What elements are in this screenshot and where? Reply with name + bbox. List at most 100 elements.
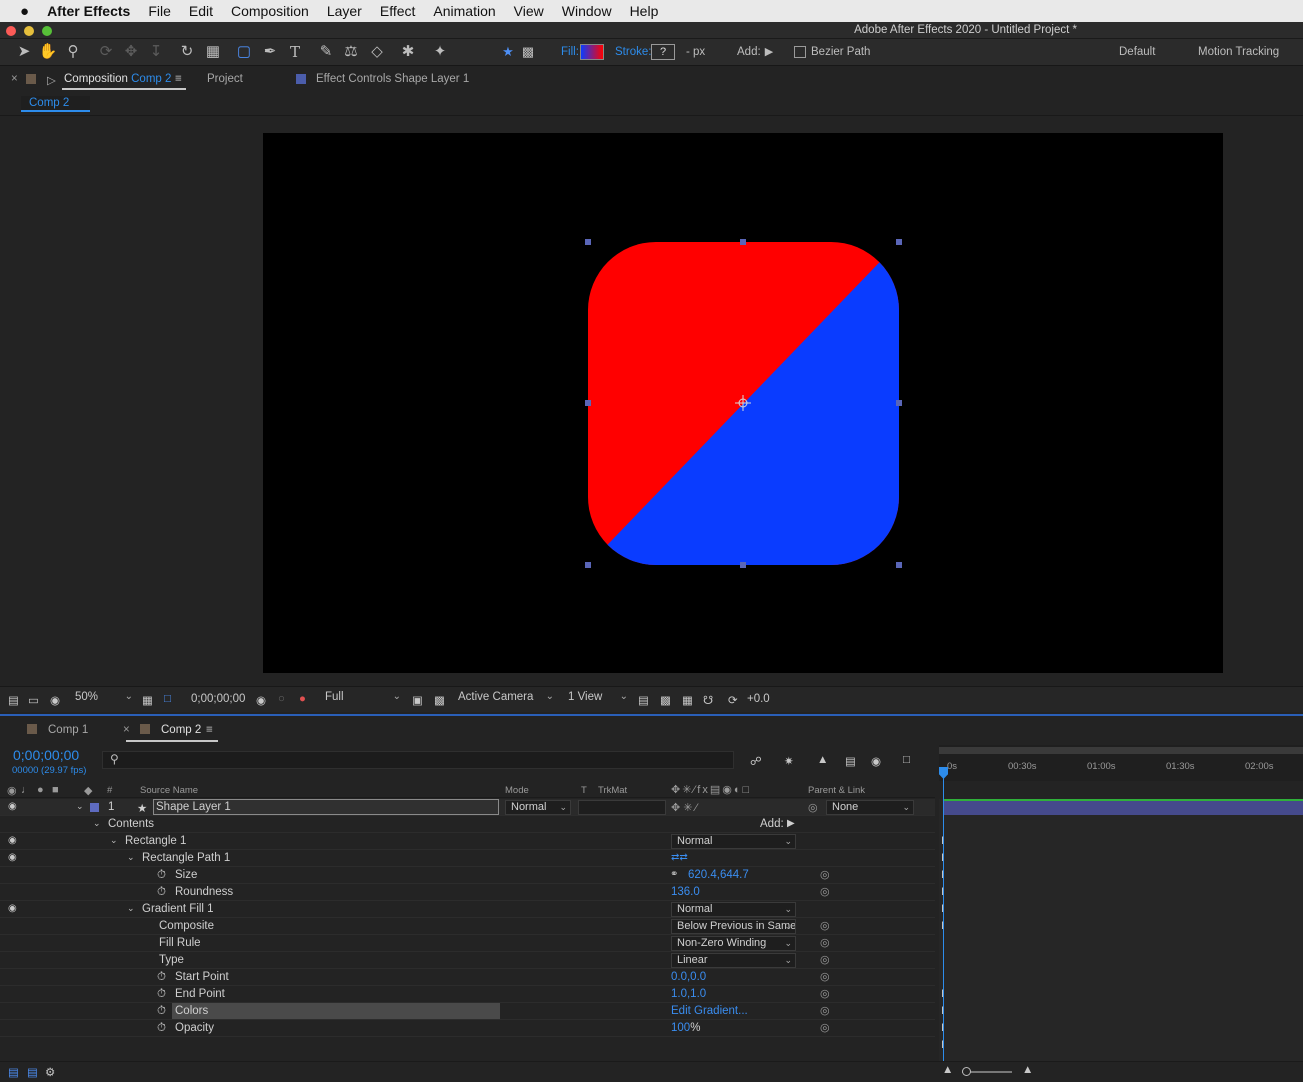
tab-comp-1[interactable]: Comp 1 (48, 724, 88, 736)
resolution-dropdown[interactable]: Full ⌄ (325, 691, 401, 708)
search-input[interactable] (102, 751, 734, 769)
composite-row[interactable]: Composite Below Previous in Same Group⌄ … (0, 918, 935, 935)
close-tab-icon[interactable]: × (123, 724, 130, 736)
fill-rule-dropdown[interactable]: Non-Zero Winding ⌄ (671, 936, 796, 951)
workspace-motion-tracking[interactable]: Motion Tracking (1198, 46, 1279, 58)
tab-project[interactable]: Project (207, 73, 243, 85)
graph-editor-icon[interactable]: □ (903, 754, 910, 766)
chevron-down-icon[interactable]: ⌄ (93, 818, 101, 829)
layer-name[interactable]: Shape Layer 1 (156, 801, 231, 813)
layer-mode-dropdown[interactable]: Normal ⌄ (505, 800, 571, 815)
chevron-down-icon[interactable]: ⌄ (76, 801, 84, 812)
view-layout-dropdown[interactable]: 1 View ⌄ (568, 691, 628, 708)
flowchart-icon[interactable]: ☋ (703, 693, 713, 707)
mask-toggle-icon[interactable]: ▩ (518, 42, 538, 62)
gradient-blend-mode-dropdown[interactable]: Normal ⌄ (671, 902, 796, 917)
audio-switch-icon[interactable]: ♩ (21, 784, 32, 796)
menu-layer[interactable]: Layer (318, 3, 371, 19)
fast-previews-icon[interactable]: ▩ (660, 693, 671, 707)
puppet-pin-tool-icon[interactable]: ✦ (430, 42, 450, 62)
close-tab-icon[interactable]: × (11, 73, 18, 85)
layer-switches-toggle-icon[interactable]: ▤ (8, 1065, 19, 1079)
eye-icon[interactable]: ◉ (8, 852, 17, 863)
shy-layers-icon[interactable]: ▲ (817, 754, 828, 766)
time-ruler[interactable]: 0s 00:30s 01:00s 01:30s 02:00s (939, 745, 1303, 781)
expression-pickwhip-icon[interactable]: ◎ (820, 885, 830, 898)
layer-label-color[interactable] (90, 803, 99, 812)
opacity-value[interactable]: 100% (671, 1022, 700, 1034)
chevron-down-icon[interactable]: ⌄ (127, 852, 135, 863)
expression-pickwhip-icon[interactable]: ◎ (820, 953, 830, 966)
rectangle-blend-mode-dropdown[interactable]: Normal ⌄ (671, 834, 796, 849)
eraser-tool-icon[interactable]: ◇ (367, 42, 387, 62)
tab-comp-2[interactable]: Comp 2 (161, 724, 201, 736)
close-window-button[interactable] (6, 26, 16, 36)
roto-brush-tool-icon[interactable]: ✱ (398, 42, 418, 62)
lock-toggle-icon[interactable]: ▷ (47, 73, 56, 87)
tab-composition[interactable]: Composition Comp 2 (64, 73, 171, 85)
snapshot-camera-icon[interactable]: ◉ (256, 693, 266, 707)
gradient-fill-row[interactable]: ◉ ⌄ Gradient Fill 1 Normal ⌄ (0, 901, 935, 918)
app-menu[interactable]: After Effects (38, 3, 139, 19)
roundness-value[interactable]: 136.0 (671, 886, 700, 898)
expression-pickwhip-icon[interactable]: ◎ (820, 1021, 830, 1034)
parent-pickwhip-icon[interactable]: ◎ (808, 801, 818, 814)
stopwatch-icon[interactable]: ⏱ (157, 971, 166, 984)
stroke-label[interactable]: Stroke: (615, 46, 651, 58)
menu-composition[interactable]: Composition (222, 3, 318, 19)
display-icon[interactable]: ▭ (28, 693, 39, 707)
in-out-toggle-icon[interactable]: ⚙ (45, 1065, 55, 1079)
breadcrumb[interactable]: Comp 2 (21, 96, 90, 112)
color-channels-icon[interactable]: ● (299, 693, 306, 705)
label-column-icon[interactable]: ◆ (84, 784, 92, 797)
constrain-link-icon[interactable]: ⚭ (670, 869, 678, 880)
menu-help[interactable]: Help (621, 3, 668, 19)
add-menu-icon[interactable]: ▶ (759, 42, 779, 62)
menu-animation[interactable]: Animation (424, 3, 504, 19)
show-snapshot-icon[interactable]: ○ (278, 693, 285, 705)
brush-tool-icon[interactable]: ✎ (316, 42, 336, 62)
eye-icon[interactable]: ◉ (8, 903, 17, 914)
stopwatch-icon[interactable]: ⏱ (157, 886, 166, 899)
camera-dropdown[interactable]: Active Camera ⌄ (458, 691, 554, 708)
draft-3d-icon[interactable]: ✷ (784, 754, 794, 768)
eye-icon[interactable]: ◉ (8, 835, 17, 846)
bezier-path-checkbox[interactable] (794, 46, 806, 58)
stroke-width[interactable]: - px (686, 46, 705, 58)
expression-pickwhip-icon[interactable]: ◎ (820, 987, 830, 1000)
mask-visibility-icon[interactable]: □ (164, 693, 171, 705)
menu-view[interactable]: View (505, 3, 553, 19)
trkmat-dropdown[interactable] (578, 800, 666, 815)
size-row[interactable]: ⏱ Size ⚭ 620.4,644.7 ◎ (0, 867, 935, 884)
stopwatch-icon[interactable]: ⏱ (157, 988, 166, 1001)
start-point-row[interactable]: ⏱ Start Point 0.0,0.0 ◎ (0, 969, 935, 986)
menu-file[interactable]: File (139, 3, 180, 19)
header-parent-link[interactable]: Parent & Link (808, 785, 865, 796)
contents-row[interactable]: ⌄ Contents Add: ▶ (0, 816, 935, 833)
rectangle-tool-icon[interactable]: ▢ (234, 42, 254, 62)
header-trkmat[interactable]: TrkMat (598, 785, 627, 796)
tab-effect-controls[interactable]: Effect Controls Shape Layer 1 (316, 73, 469, 85)
selection-tool-icon[interactable]: ➤ (14, 42, 34, 62)
comp-mini-flowchart-icon[interactable]: ☍ (750, 754, 762, 768)
zoom-dropdown[interactable]: 50% ⌄ (75, 691, 133, 708)
zoom-tool-icon[interactable]: ⚲ (63, 42, 83, 62)
roundness-row[interactable]: ⏱ Roundness 136.0 ◎ (0, 884, 935, 901)
chevron-down-icon[interactable]: ⌄ (110, 835, 118, 846)
dolly-camera-icon[interactable]: ↧ (146, 42, 166, 62)
rectangle-path-row[interactable]: ◉ ⌄ Rectangle Path 1 ⇄⇄ (0, 850, 935, 867)
pen-tool-icon[interactable]: ✒ (260, 42, 280, 62)
workspace-default[interactable]: Default (1119, 46, 1155, 58)
video-switch-icon[interactable]: ◉ (7, 784, 17, 797)
work-area-bar[interactable] (939, 747, 1303, 754)
type-row[interactable]: Type Linear ⌄ ◎ (0, 952, 935, 969)
clone-stamp-tool-icon[interactable]: ⚖ (341, 42, 361, 62)
opacity-row[interactable]: ⏱ Opacity 100% ◎ (0, 1020, 935, 1037)
zoom-window-button[interactable] (42, 26, 52, 36)
region-of-interest-icon[interactable]: ▣ (412, 693, 423, 707)
transparency-grid-icon[interactable]: ▩ (434, 693, 445, 707)
lock-icon[interactable] (26, 74, 36, 84)
header-t[interactable]: T (581, 785, 587, 796)
header-source-name[interactable]: Source Name (140, 785, 198, 796)
transfer-controls-toggle-icon[interactable]: ▤ (27, 1065, 38, 1079)
